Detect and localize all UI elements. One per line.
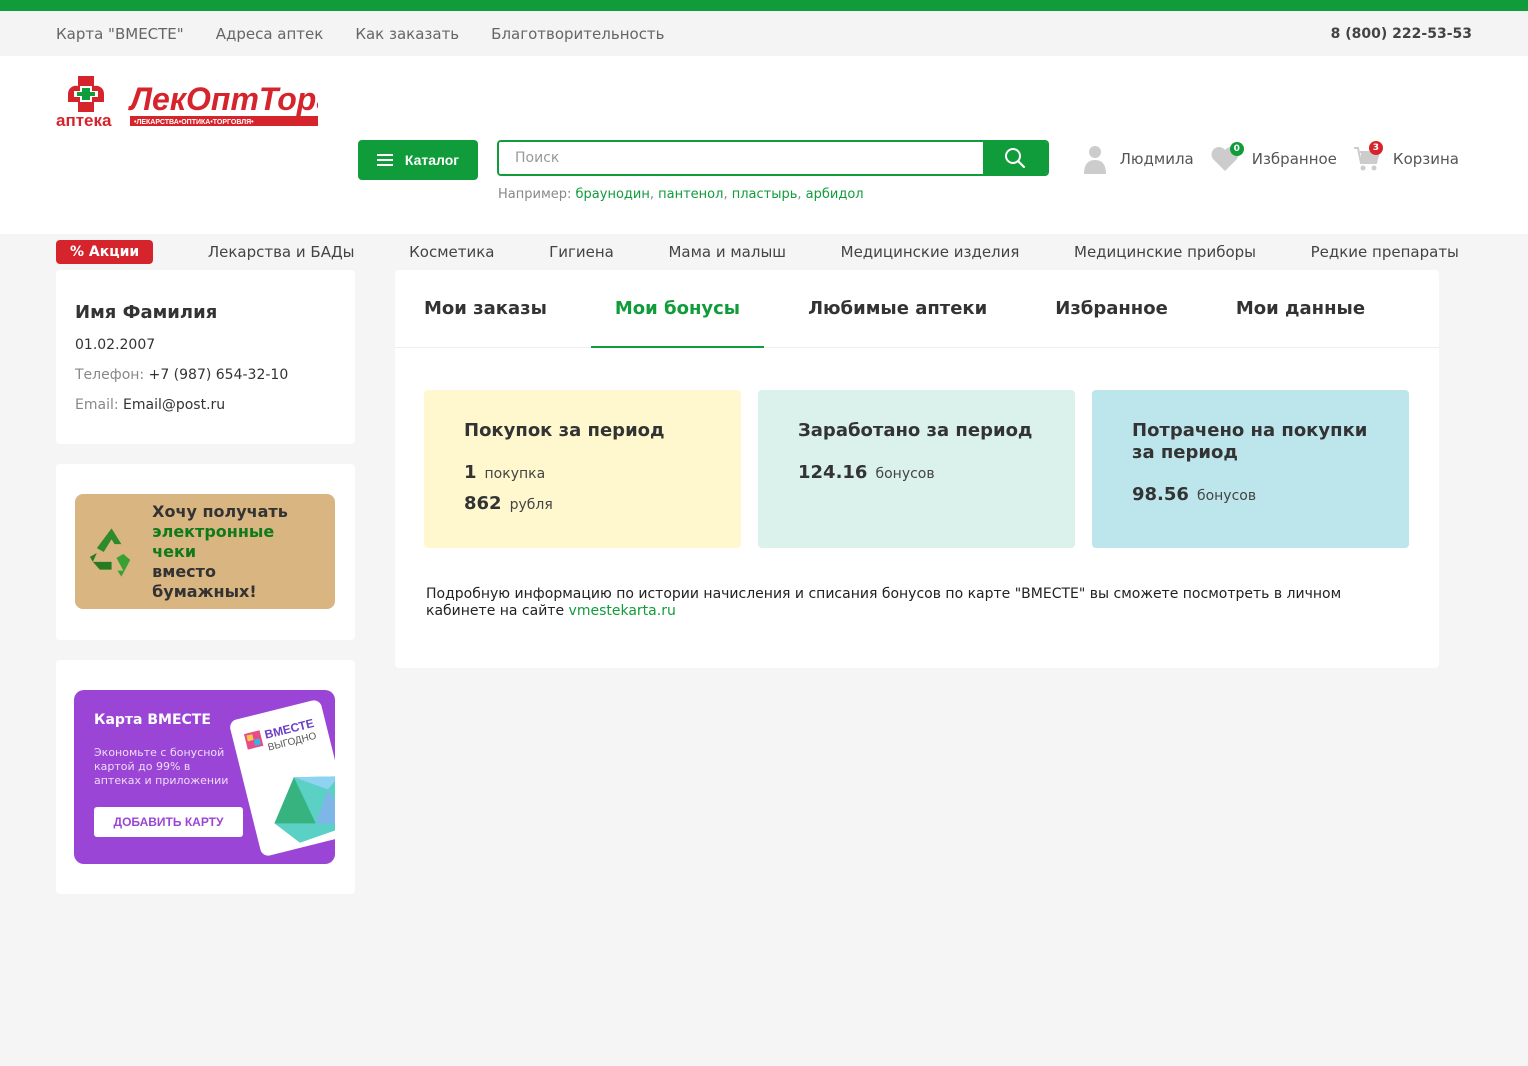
profile-name: Имя Фамилия — [75, 302, 218, 323]
nav-item-promo[interactable]: % Акции — [56, 240, 154, 264]
tile-purchases-sum: 862 рубля — [464, 493, 701, 514]
header: аптека ЛекОптТорг •ЛЕКАРСТВА•ОПТИКА•ТОРГ… — [0, 56, 1528, 264]
tab-my-bonuses[interactable]: Мои бонусы — [590, 270, 765, 348]
search-box — [497, 140, 1049, 176]
cart-link[interactable]: 3 Корзина — [1353, 141, 1459, 173]
tile-spent-title: Потрачено на покупки за период — [1132, 420, 1368, 463]
example-link-pantenol[interactable]: пантенол — [658, 187, 723, 202]
vmeste-card-block: Карта ВМЕСТЕ Экономьте с бонусной картой… — [56, 660, 355, 894]
logo-text-tagline: •ЛЕКАРСТВА•ОПТИКА•ТОРГОВЛЯ• — [134, 119, 254, 126]
purchases-count-unit: покупка — [484, 466, 546, 482]
example-link-arbidol[interactable]: арбидол — [806, 187, 864, 202]
search-icon — [1005, 148, 1026, 169]
profile-birthdate: 01.02.2007 — [75, 337, 156, 353]
purchases-count: 1 — [464, 462, 477, 483]
bonus-tiles: Покупок за период 1 покупка 862 рубля За… — [395, 348, 1439, 548]
nav-item-hygiene[interactable]: Гигиена — [549, 243, 614, 261]
user-icon — [1083, 146, 1106, 174]
top-link-vmeste-card[interactable]: Карта "ВМЕСТЕ" — [56, 25, 184, 43]
favorites-link[interactable]: 0 Избранное — [1210, 142, 1337, 172]
bonus-info: Подробную информацию по истории начислен… — [395, 548, 1439, 620]
top-link-pharmacy-addresses[interactable]: Адреса аптек — [216, 25, 324, 43]
examples-label: Например: — [498, 187, 572, 202]
top-link-how-to-order[interactable]: Как заказать — [355, 25, 459, 43]
eco-banner-text: Хочу получать электронные чеки вместо бу… — [152, 502, 323, 602]
cart-count-badge: 3 — [1368, 141, 1383, 155]
top-links: Карта "ВМЕСТЕ" Адреса аптек Как заказать… — [56, 25, 665, 43]
tab-my-data[interactable]: Мои данные — [1212, 270, 1389, 347]
catalog-button[interactable]: Каталог — [358, 140, 478, 180]
bonus-info-text: Подробную информацию по истории начислен… — [426, 586, 1342, 619]
add-card-button[interactable]: ДОБАВИТЬ КАРТУ — [94, 807, 243, 837]
top-link-charity[interactable]: Благотворительность — [491, 25, 664, 43]
tile-spent-value: 98.56 бонусов — [1132, 484, 1369, 505]
tile-purchases: Покупок за период 1 покупка 862 рубля — [424, 390, 741, 548]
vmeste-card-graphic: ВМЕСТЕ ВЫГОДНО — [243, 716, 335, 843]
earned-unit: бонусов — [875, 466, 935, 482]
profile-phone: Телефон: +7 (987) 654-32-10 — [75, 367, 336, 383]
logo-text-apteka: аптека — [56, 111, 112, 130]
spent-value: 98.56 — [1132, 484, 1189, 505]
nav-item-rare-drugs[interactable]: Редкие препараты — [1311, 243, 1459, 261]
vmeste-description: Экономьте с бонусной картой до 99% в апт… — [94, 746, 229, 787]
search-examples: Например: браунодин, пантенол, пластырь,… — [498, 187, 864, 202]
bonuses-panel: Мои заказы Мои бонусы Любимые аптеки Изб… — [395, 270, 1439, 668]
cart-label: Корзина — [1392, 150, 1459, 168]
profile-email-value: Email@post.ru — [123, 397, 226, 413]
tile-purchases-title: Покупок за период — [464, 420, 665, 441]
tab-favorite-pharmacies[interactable]: Любимые аптеки — [784, 270, 1011, 347]
tab-my-orders[interactable]: Мои заказы — [400, 270, 571, 347]
user-profile-link[interactable]: Людмила — [1082, 144, 1194, 174]
top-bar: Карта "ВМЕСТЕ" Адреса аптек Как заказать… — [0, 11, 1528, 56]
user-name: Людмила — [1119, 150, 1194, 168]
profile-phone-label: Телефон: — [75, 367, 145, 383]
vmeste-banner: Карта ВМЕСТЕ Экономьте с бонусной картой… — [74, 690, 335, 864]
search-button[interactable] — [983, 142, 1047, 174]
logo[interactable]: аптека ЛекОптТорг •ЛЕКАРСТВА•ОПТИКА•ТОРГ… — [56, 74, 318, 130]
profile-card: Имя Фамилия 01.02.2007 Телефон: +7 (987)… — [56, 270, 355, 444]
nav-item-mom-baby[interactable]: Мама и малыш — [668, 243, 786, 261]
eco-line1: Хочу получать — [152, 501, 288, 521]
vmeste-card-image: ВМЕСТЕ ВЫГОДНО — [228, 698, 335, 858]
logo-text-brand: ЛекОптТорг — [128, 81, 318, 117]
top-stripe — [0, 0, 1528, 11]
favorites-count-badge: 0 — [1229, 142, 1244, 156]
user-actions: Людмила 0 Избранное 3 Корзина — [1082, 141, 1459, 174]
example-link-braunodin[interactable]: браунодин — [576, 187, 650, 202]
tile-purchases-count: 1 покупка — [464, 462, 701, 483]
tile-earned: Заработано за период 124.16 бонусов — [758, 390, 1075, 548]
tile-earned-title: Заработано за период — [798, 420, 1033, 441]
search-input[interactable] — [499, 142, 983, 174]
favorites-label: Избранное — [1251, 150, 1337, 168]
earned-value: 124.16 — [798, 462, 868, 483]
profile-email-label: Email: — [75, 397, 119, 413]
eco-line3: вместо бумажных! — [152, 561, 257, 601]
nav-item-cosmetics[interactable]: Косметика — [409, 243, 494, 261]
recycle-icon — [89, 527, 131, 577]
eco-receipt-card: Хочу получать электронные чеки вместо бу… — [56, 464, 355, 640]
spent-unit: бонусов — [1196, 488, 1257, 504]
tile-earned-value: 124.16 бонусов — [798, 462, 1035, 483]
nav-item-medical-products[interactable]: Медицинские изделия — [841, 243, 1020, 261]
nav-item-medicines[interactable]: Лекарства и БАДы — [208, 243, 355, 261]
profile-email: Email: Email@post.ru — [75, 397, 336, 413]
nav-item-medical-devices[interactable]: Медицинские приборы — [1074, 243, 1256, 261]
purchases-sum: 862 — [464, 493, 502, 514]
main-nav: % Акции Лекарства и БАДы Косметика Гигие… — [56, 240, 1459, 264]
tile-spent: Потрачено на покупки за период 98.56 бон… — [1092, 390, 1409, 548]
example-link-plastyr[interactable]: пластырь — [732, 187, 798, 202]
left-column: Имя Фамилия 01.02.2007 Телефон: +7 (987)… — [56, 270, 355, 894]
tab-favorites[interactable]: Избранное — [1031, 270, 1192, 347]
account-tabs: Мои заказы Мои бонусы Любимые аптеки Изб… — [395, 270, 1439, 348]
vmestekarta-link[interactable]: vmestekarta.ru — [569, 603, 676, 619]
catalog-label: Каталог — [404, 152, 460, 168]
profile-phone-value: +7 (987) 654-32-10 — [148, 367, 289, 383]
phone-link[interactable]: 8 (800) 222-53-53 — [1331, 26, 1472, 42]
menu-icon — [376, 154, 393, 166]
purchases-sum-unit: рубля — [509, 497, 553, 513]
eco-line2: электронные чеки — [152, 521, 275, 561]
eco-receipt-banner[interactable]: Хочу получать электронные чеки вместо бу… — [75, 494, 335, 609]
